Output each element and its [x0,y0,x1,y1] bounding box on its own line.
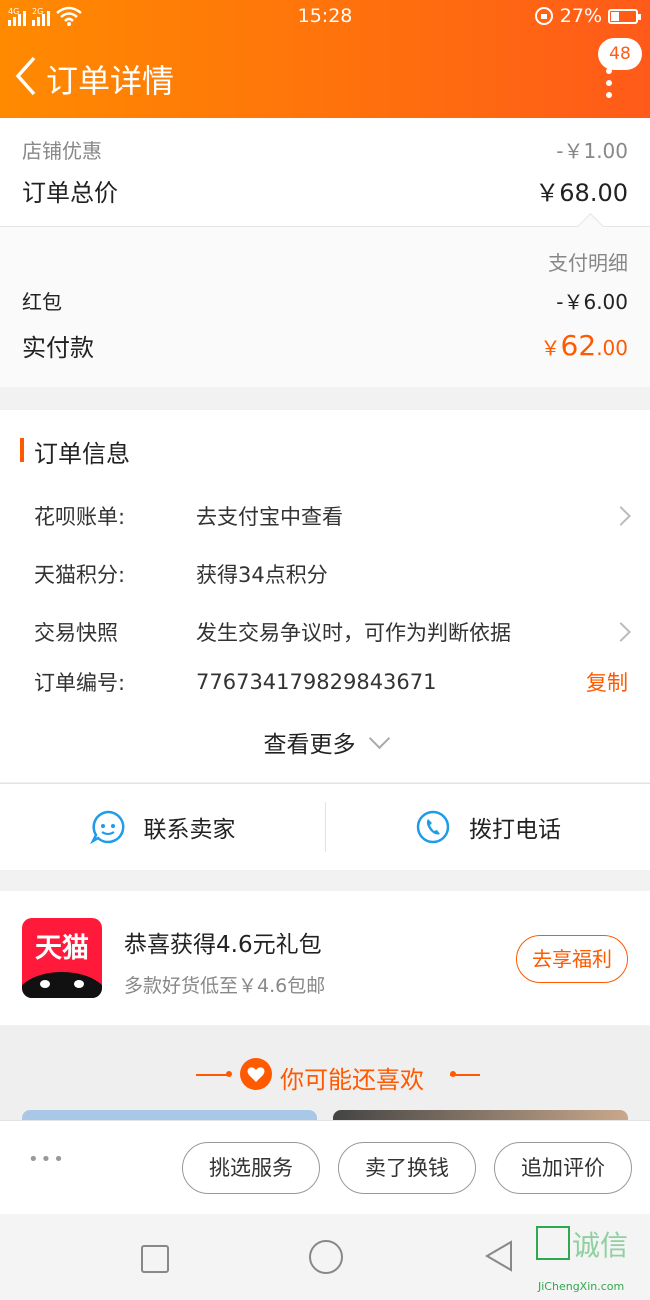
recent-apps-icon[interactable] [141,1245,169,1273]
info-key: 天猫积分: [34,563,126,587]
decor-line-left [196,1074,228,1076]
shop-discount-label: 店铺优惠 [22,138,102,163]
info-key: 订单编号: [34,671,126,695]
redpacket-label: 红包 [22,289,62,314]
info-row-points: 天猫积分: 获得34点积分 [34,554,628,594]
promo-title: 恭喜获得4.6元礼包 [124,932,322,958]
recommend-title: 你可能还喜欢 [280,1066,424,1094]
chevron-right-icon [611,506,631,526]
tmall-logo: 天猫 [22,918,102,998]
watermark-text: 诚信 [572,1229,629,1262]
info-value: 去支付宝中查看 [196,505,343,529]
paid-decimal: .00 [596,335,628,360]
system-nav-bar: 诚信 JiChengXin.com [0,1214,650,1300]
status-bar: 4G 2G 15:28 27% [0,0,650,34]
home-icon[interactable] [309,1240,343,1274]
chevron-right-icon [611,622,631,642]
order-total-value: ￥68.00 [535,178,628,207]
info-row-order-number: 订单编号: 776734179829843671 复制 [34,662,628,702]
actual-paid-label: 实付款 [22,333,94,362]
tmall-cat-face [22,972,102,998]
info-key: 花呗账单: [34,505,126,529]
cat-eye-right [74,980,84,988]
copy-button[interactable]: 复制 [586,667,628,697]
price-section: 店铺优惠 -￥1.00 订单总价 ￥68.00 [0,118,650,226]
actual-paid-value: ￥62.00 [541,329,628,362]
decor-dot-left [226,1071,232,1077]
back-arrow-icon[interactable] [12,54,42,98]
sell-for-cash-button[interactable]: 卖了换钱 [338,1142,476,1194]
order-info-section: 订单信息 花呗账单: 去支付宝中查看 天猫积分: 获得34点积分 交易快照 发生… [0,410,650,782]
status-right: 27% [534,5,641,27]
payment-detail-section: 支付明细 红包 -￥6.00 实付款 ￥62.00 [0,213,650,387]
paid-integer: 62 [560,328,597,362]
recommend-header: 你可能还喜欢 [0,1026,650,1124]
contact-bar: 联系卖家 拨打电话 [0,783,650,870]
paid-currency: ￥ [540,335,561,360]
battery-percent: 27% [559,5,602,27]
message-count-badge[interactable]: 48 [598,38,642,70]
battery-icon [608,8,641,24]
add-review-button[interactable]: 追加评价 [494,1142,632,1194]
call-phone-button[interactable]: 拨打电话 [326,784,650,870]
promo-section: 天猫 恭喜获得4.6元礼包 多款好货低至￥4.6包邮 去享福利 [0,891,650,1025]
order-info-title: 订单信息 [34,440,130,468]
chat-bubble-icon [89,810,124,845]
promo-subtitle: 多款好货低至￥4.6包邮 [124,975,326,997]
watermark-url: JiChengXin.com [538,1280,625,1293]
more-actions-icon[interactable]: ••• [28,1149,66,1170]
decor-line-right [450,1074,480,1076]
section-accent-bar [20,438,24,462]
payment-detail-link[interactable]: 支付明细 [548,247,628,276]
select-service-button[interactable]: 挑选服务 [182,1142,320,1194]
order-total-row: 订单总价 ￥68.00 [22,170,628,210]
contact-seller-label: 联系卖家 [143,817,236,843]
order-number-value: 776734179829843671 [196,670,437,694]
phone-icon [416,810,450,844]
bottom-action-bar: ••• 挑选服务 卖了换钱 追加评价 [0,1120,650,1215]
heart-icon [240,1058,272,1090]
shop-discount-row: 店铺优惠 -￥1.00 [22,132,628,166]
back-triangle-icon[interactable] [484,1240,514,1272]
view-more-button[interactable]: 查看更多 [0,722,650,762]
rotation-lock-icon [534,7,553,25]
order-total-label: 订单总价 [22,178,118,207]
watermark-logo: 诚信 JiChengXin.com [534,1222,650,1300]
info-value: 发生交易争议时，可作为判断依据 [196,621,511,645]
page-title: 订单详情 [46,62,175,100]
more-menu-icon[interactable] [606,68,612,104]
actual-paid-row: 实付款 ￥62.00 [22,323,628,367]
info-row-snapshot[interactable]: 交易快照 发生交易争议时，可作为判断依据 [34,612,631,652]
shop-discount-value: -￥1.00 [556,138,628,163]
chevron-down-icon [368,727,390,749]
app-header: 4G 2G 15:28 27% 订单详情 48 [0,0,650,118]
contact-seller-button[interactable]: 联系卖家 [0,784,325,870]
call-phone-label: 拨打电话 [469,817,561,843]
info-key: 交易快照 [34,621,118,645]
view-more-label: 查看更多 [263,732,356,758]
claim-benefit-button[interactable]: 去享福利 [516,935,628,983]
tmall-logo-text: 天猫 [35,933,89,964]
nav-bar: 订单详情 48 [0,38,650,114]
info-row-huabei[interactable]: 花呗账单: 去支付宝中查看 [34,496,631,536]
watermark-square-icon [536,1226,570,1260]
redpacket-row: 红包 -￥6.00 [22,283,628,317]
info-value: 获得34点积分 [196,563,328,587]
redpacket-value: -￥6.00 [556,289,628,314]
cut-off-row [22,112,182,122]
cat-eye-left [40,980,50,988]
